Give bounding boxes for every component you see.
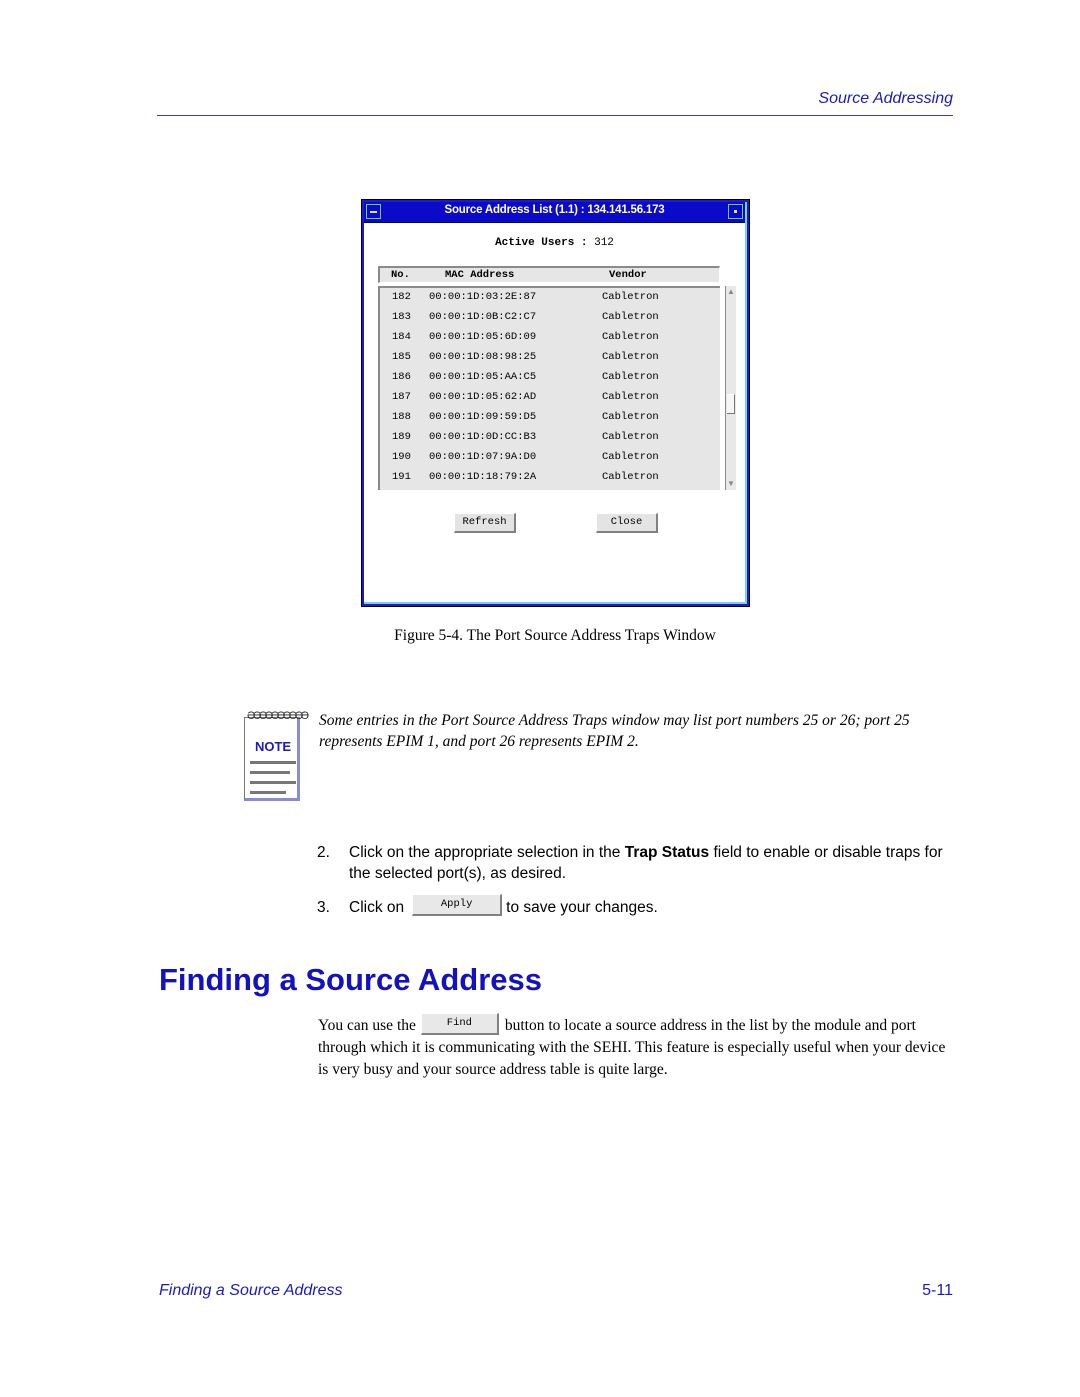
row-vendor: Cabletron: [602, 331, 659, 343]
row-vendor: Cabletron: [602, 391, 659, 403]
close-button[interactable]: Close: [596, 513, 658, 533]
window-minimize-icon[interactable]: [728, 204, 743, 219]
window-titlebar[interactable]: Source Address List (1.1) : 134.141.56.1…: [364, 202, 745, 223]
note-spiral-rings: ƏƏƏƏƏƏƏƏƏƏ: [247, 710, 309, 722]
row-vendor: Cabletron: [602, 291, 659, 303]
row-mac: 00:00:1D:07:9A:D0: [429, 451, 537, 463]
row-vendor: Cabletron: [602, 371, 659, 383]
source-address-list[interactable]: 182 00:00:1D:03:2E:87 Cabletron 183 00:00:1…: [378, 286, 720, 490]
body-paragraph: You can use the Find button to locate a so…: [318, 1013, 958, 1080]
row-vendor: Cabletron: [602, 471, 659, 483]
row-mac: 00:00:1D:05:6D:09: [429, 331, 537, 343]
window-menu-icon[interactable]: [366, 204, 381, 219]
step-text: Click on: [349, 899, 405, 917]
list-row[interactable]: 186 00:00:1D:05:AA:C5 Cabletron: [380, 368, 720, 388]
trap-status-field-name: Trap Status: [624, 844, 710, 861]
list-scrollbar[interactable]: ▲ ▼: [725, 286, 736, 490]
apply-button[interactable]: Apply: [412, 894, 503, 916]
steps-list: 2. Click on the appropriate selection in…: [317, 842, 967, 932]
row-no: 190: [392, 451, 411, 463]
row-vendor: Cabletron: [602, 451, 659, 463]
para-text: You can use the: [318, 1017, 416, 1034]
active-users: Active Users : 312: [364, 237, 745, 249]
source-address-list-window: Source Address List (1.1) : 134.141.56.1…: [361, 199, 750, 607]
step-3: 3. Click on Apply to save your changes.: [317, 894, 967, 919]
footer-section-title: Finding a Source Address: [159, 1282, 343, 1299]
section-heading: Finding a Source Address: [159, 962, 542, 997]
row-mac: 00:00:1D:05:62:AD: [429, 391, 537, 403]
row-mac: 00:00:1D:08:98:25: [429, 351, 537, 363]
refresh-button[interactable]: Refresh: [454, 513, 516, 533]
note-line: [250, 771, 290, 774]
row-no: 182: [392, 291, 411, 303]
list-row[interactable]: 189 00:00:1D:0D:CC:B3 Cabletron: [380, 428, 720, 448]
row-mac: 00:00:1D:09:59:D5: [429, 411, 537, 423]
list-row[interactable]: 190 00:00:1D:07:9A:D0 Cabletron: [380, 448, 720, 468]
active-users-value: 312: [594, 237, 614, 249]
row-no: 185: [392, 351, 411, 363]
row-no: 189: [392, 431, 411, 443]
window-title: Source Address List (1.1) : 134.141.56.1…: [444, 204, 665, 216]
row-no: 187: [392, 391, 411, 403]
column-no: No.: [391, 269, 410, 281]
page-number: 5-11: [922, 1282, 953, 1299]
list-row[interactable]: 182 00:00:1D:03:2E:87 Cabletron: [380, 288, 720, 308]
column-vendor: Vendor: [609, 269, 647, 281]
list-row[interactable]: 187 00:00:1D:05:62:AD Cabletron: [380, 388, 720, 408]
step-number: 3.: [317, 899, 330, 916]
step-number: 2.: [317, 844, 330, 861]
note-line: [250, 761, 296, 764]
note-text: Some entries in the Port Source Address …: [319, 712, 910, 750]
running-header: Source Addressing: [818, 90, 953, 107]
step-text: to save your changes.: [506, 899, 658, 917]
list-row[interactable]: 184 00:00:1D:05:6D:09 Cabletron: [380, 328, 720, 348]
row-vendor: Cabletron: [602, 431, 659, 443]
scroll-thumb[interactable]: [727, 394, 735, 414]
column-mac-address: MAC Address: [445, 269, 515, 281]
scroll-down-arrow-icon[interactable]: ▼: [727, 480, 735, 488]
row-vendor: Cabletron: [602, 311, 659, 323]
note-line: [250, 781, 296, 784]
row-mac: 00:00:1D:0B:C2:C7: [429, 311, 537, 323]
header-rule: [157, 115, 953, 116]
note-icon: NOTE ƏƏƏƏƏƏƏƏƏƏ: [244, 710, 309, 803]
row-mac: 00:00:1D:0D:CC:B3: [429, 431, 537, 443]
row-mac: 00:00:1D:05:AA:C5: [429, 371, 537, 383]
active-users-label: Active Users :: [495, 237, 588, 249]
row-no: 183: [392, 311, 411, 323]
window-body: Source Address List (1.1) : 134.141.56.1…: [364, 202, 747, 604]
list-column-header: No. MAC Address Vendor: [378, 266, 720, 283]
find-button[interactable]: Find: [420, 1013, 499, 1036]
note-label: NOTE: [254, 739, 292, 754]
list-row[interactable]: 191 00:00:1D:18:79:2A Cabletron: [380, 468, 720, 488]
note-paper: NOTE: [244, 717, 300, 801]
row-no: 184: [392, 331, 411, 343]
row-mac: 00:00:1D:18:79:2A: [429, 471, 537, 483]
scroll-up-arrow-icon[interactable]: ▲: [727, 288, 735, 296]
row-vendor: Cabletron: [602, 351, 659, 363]
figure-caption: Figure 5-4. The Port Source Address Trap…: [394, 627, 716, 644]
note-line: [250, 791, 286, 794]
list-row[interactable]: 185 00:00:1D:08:98:25 Cabletron: [380, 348, 720, 368]
row-vendor: Cabletron: [602, 411, 659, 423]
row-mac: 00:00:1D:03:2E:87: [429, 291, 537, 303]
row-no: 191: [392, 471, 411, 483]
step-text: Click on the appropriate selection in th…: [349, 844, 625, 861]
list-row[interactable]: 183 00:00:1D:0B:C2:C7 Cabletron: [380, 308, 720, 328]
step-2: 2. Click on the appropriate selection in…: [317, 842, 967, 884]
list-row[interactable]: 188 00:00:1D:09:59:D5 Cabletron: [380, 408, 720, 428]
row-no: 188: [392, 411, 411, 423]
row-no: 186: [392, 371, 411, 383]
